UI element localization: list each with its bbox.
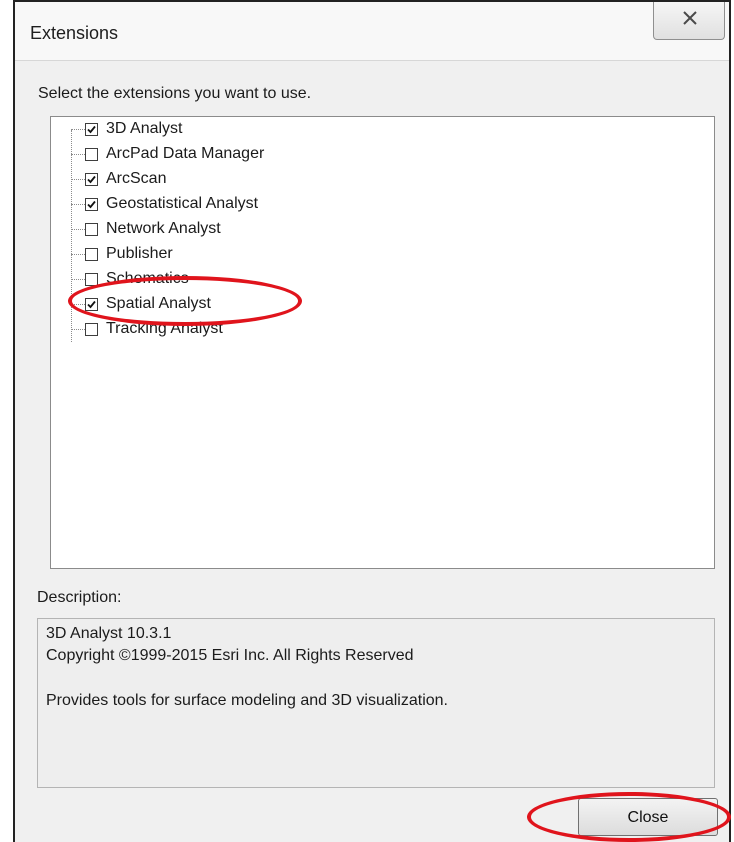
tree-branch xyxy=(71,304,85,305)
tree-branch xyxy=(71,279,85,280)
extension-item-network-analyst[interactable]: Network Analyst xyxy=(71,217,411,242)
instruction-text: Select the extensions you want to use. xyxy=(38,85,312,102)
extension-item-tracking-analyst[interactable]: Tracking Analyst xyxy=(71,317,411,342)
extension-item-publisher[interactable]: Publisher xyxy=(71,242,411,267)
extension-label: Schematics xyxy=(106,270,189,287)
dialog-content: Select the extensions you want to use. 3… xyxy=(15,60,729,842)
extension-item-schematics[interactable]: Schematics xyxy=(71,267,411,292)
tree-branch xyxy=(71,254,85,255)
checkbox-geostatistical-analyst[interactable] xyxy=(85,198,98,211)
tree-branch xyxy=(71,154,85,155)
extension-label: Geostatistical Analyst xyxy=(106,195,259,212)
check-mark-icon xyxy=(87,200,96,209)
extension-item-spatial-analyst[interactable]: Spatial Analyst xyxy=(71,292,411,317)
description-copyright: Copyright ©1999-2015 Esri Inc. All Right… xyxy=(46,647,414,664)
tree-branch xyxy=(71,204,85,205)
close-button[interactable]: Close xyxy=(578,798,718,836)
extension-label: Publisher xyxy=(106,245,173,262)
extension-label: ArcPad Data Manager xyxy=(106,145,265,162)
description-summary: Provides tools for surface modeling and … xyxy=(46,692,448,709)
checkbox-schematics[interactable] xyxy=(85,273,98,286)
check-mark-icon xyxy=(87,300,96,309)
checkbox-publisher[interactable] xyxy=(85,248,98,261)
description-box: 3D Analyst 10.3.1 Copyright ©1999-2015 E… xyxy=(37,618,715,788)
extension-label: 3D Analyst xyxy=(106,120,183,137)
check-mark-icon xyxy=(87,175,96,184)
checkbox-network-analyst[interactable] xyxy=(85,223,98,236)
checkbox-arcscan[interactable] xyxy=(85,173,98,186)
window-close-button[interactable] xyxy=(653,2,725,40)
extensions-list[interactable]: 3D Analyst ArcPad Data Manager ArcScan G… xyxy=(50,116,715,569)
extension-item-3d-analyst[interactable]: 3D Analyst xyxy=(71,117,411,142)
extension-item-arcscan[interactable]: ArcScan xyxy=(71,167,411,192)
checkbox-spatial-analyst[interactable] xyxy=(85,298,98,311)
extension-label: ArcScan xyxy=(106,170,167,187)
close-x-icon xyxy=(683,11,697,25)
title-bar: Extensions xyxy=(15,2,729,60)
description-version: 3D Analyst 10.3.1 xyxy=(46,625,172,642)
check-mark-icon xyxy=(87,125,96,134)
extension-label: Network Analyst xyxy=(106,220,221,237)
window-title: Extensions xyxy=(30,23,119,43)
extension-item-geostatistical-analyst[interactable]: Geostatistical Analyst xyxy=(71,192,411,217)
checkbox-3d-analyst[interactable] xyxy=(85,123,98,136)
tree-branch xyxy=(71,179,85,180)
checkbox-arcpad-data-manager[interactable] xyxy=(85,148,98,161)
extension-label: Spatial Analyst xyxy=(106,295,211,312)
description-label: Description: xyxy=(37,589,122,606)
tree-branch xyxy=(71,229,85,230)
checkbox-tracking-analyst[interactable] xyxy=(85,323,98,336)
tree-branch xyxy=(71,129,85,130)
extension-item-arcpad-data-manager[interactable]: ArcPad Data Manager xyxy=(71,142,411,167)
extensions-dialog: Extensions Select the extensions you wan… xyxy=(13,0,731,842)
tree-branch xyxy=(71,329,85,330)
extension-label: Tracking Analyst xyxy=(106,320,223,337)
